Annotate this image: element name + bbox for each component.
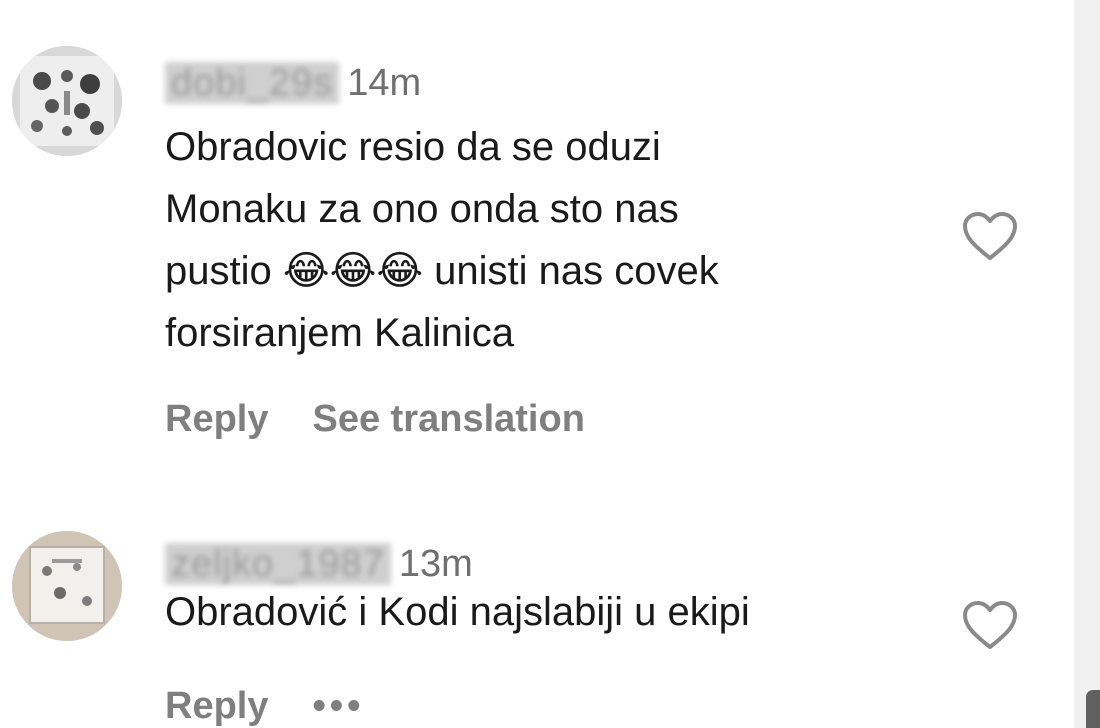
scrollbar-thumb[interactable] — [1086, 690, 1100, 728]
like-button[interactable] — [962, 212, 1018, 262]
heart-outline-icon — [963, 212, 1017, 260]
comments-page: dobi_29s 14m Obradovic resio da se oduzi… — [0, 0, 1100, 728]
comment-actions: Reply ••• — [165, 685, 364, 728]
scrollbar-track[interactable] — [1074, 0, 1100, 728]
comment-actions: Reply See translation — [165, 398, 629, 441]
more-options-button[interactable]: ••• — [312, 685, 364, 728]
avatar-image — [12, 531, 122, 641]
reply-button[interactable]: Reply — [165, 398, 268, 441]
comment-text: Obradović i Kodi najslabiji u ekipi — [165, 590, 750, 634]
like-button[interactable] — [962, 601, 1018, 651]
comment-text: Obradovic resio da se oduzi Monaku za on… — [165, 125, 719, 355]
user-avatar[interactable] — [12, 531, 122, 641]
avatar-image — [12, 46, 122, 156]
comment-meta: dobi_29s 14m — [165, 58, 421, 108]
username-link[interactable]: zeljko_1987 — [165, 543, 391, 585]
user-avatar[interactable] — [12, 46, 122, 156]
comment-timestamp: 13m — [398, 542, 473, 585]
heart-outline-icon — [963, 601, 1017, 649]
reply-button[interactable]: Reply — [165, 685, 268, 728]
username-link[interactable]: dobi_29s — [165, 62, 340, 104]
see-translation-button[interactable]: See translation — [312, 398, 584, 441]
comment-timestamp: 14m — [347, 61, 422, 104]
